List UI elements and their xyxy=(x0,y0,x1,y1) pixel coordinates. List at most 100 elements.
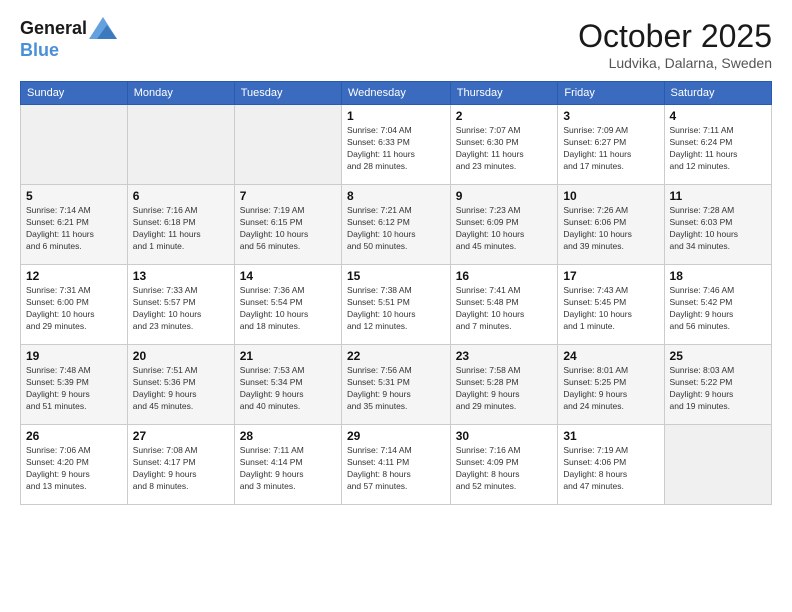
calendar-day-cell: 10 Sunrise: 7:26 AM Sunset: 6:06 PM Dayli… xyxy=(558,185,664,265)
day-info: Sunrise: 7:14 AM Sunset: 4:11 PM Dayligh… xyxy=(347,445,445,493)
day-number: 4 xyxy=(670,109,766,123)
calendar-day-cell: 11Sunrise: 7:28 AM Sunset: 6:03 PM Dayli… xyxy=(664,185,771,265)
day-number: 14 xyxy=(240,269,336,283)
day-info: Sunrise: 7:36 AM Sunset: 5:54 PM Dayligh… xyxy=(240,285,336,333)
day-info: Sunrise: 7:58 AM Sunset: 5:28 PM Dayligh… xyxy=(456,365,553,413)
day-number: 7 xyxy=(240,189,336,203)
calendar-day-cell: 1Sunrise: 7:04 AM Sunset: 6:33 PM Daylig… xyxy=(341,105,450,185)
day-number: 31 xyxy=(563,429,658,443)
day-number: 16 xyxy=(456,269,553,283)
header-tuesday: Tuesday xyxy=(234,82,341,105)
calendar-day-cell: 12 Sunrise: 7:31 AM Sunset: 6:00 PM Dayli… xyxy=(21,265,128,345)
day-number: 13 xyxy=(133,269,229,283)
day-number: 20 xyxy=(133,349,229,363)
day-info: Sunrise: 7:16 AM Sunset: 6:18 PM Dayligh… xyxy=(133,205,229,253)
calendar-day-cell: 15 Sunrise: 7:38 AM Sunset: 5:51 PM Dayli… xyxy=(341,265,450,345)
day-number: 22 xyxy=(347,349,445,363)
day-info: Sunrise: 7:33 AM Sunset: 5:57 PM Dayligh… xyxy=(133,285,229,333)
day-info: Sunrise: 7:21 AM Sunset: 6:12 PM Dayligh… xyxy=(347,205,445,253)
calendar-day-cell xyxy=(664,425,771,505)
day-info: Sunrise: 7:23 AM Sunset: 6:09 PM Dayligh… xyxy=(456,205,553,253)
day-number: 9 xyxy=(456,189,553,203)
title-block: October 2025 Ludvika, Dalarna, Sweden xyxy=(578,18,772,71)
day-number: 25 xyxy=(670,349,766,363)
calendar-title: October 2025 xyxy=(578,18,772,55)
calendar-day-cell: 24Sunrise: 8:01 AM Sunset: 5:25 PM Dayli… xyxy=(558,345,664,425)
day-info: Sunrise: 7:19 AM Sunset: 4:06 PM Dayligh… xyxy=(563,445,658,493)
calendar-day-cell: 30 Sunrise: 7:16 AM Sunset: 4:09 PM Dayli… xyxy=(450,425,558,505)
logo-text-line2: Blue xyxy=(20,40,59,62)
calendar-day-cell xyxy=(21,105,128,185)
header-thursday: Thursday xyxy=(450,82,558,105)
day-info: Sunrise: 7:07 AM Sunset: 6:30 PM Dayligh… xyxy=(456,125,553,173)
calendar-day-cell: 16 Sunrise: 7:41 AM Sunset: 5:48 PM Dayli… xyxy=(450,265,558,345)
calendar-day-cell xyxy=(234,105,341,185)
header-friday: Friday xyxy=(558,82,664,105)
day-number: 15 xyxy=(347,269,445,283)
header-saturday: Saturday xyxy=(664,82,771,105)
day-info: Sunrise: 7:56 AM Sunset: 5:31 PM Dayligh… xyxy=(347,365,445,413)
day-info: Sunrise: 7:31 AM Sunset: 6:00 PM Dayligh… xyxy=(26,285,122,333)
day-number: 8 xyxy=(347,189,445,203)
calendar-day-cell xyxy=(127,105,234,185)
calendar-day-cell: 20Sunrise: 7:51 AM Sunset: 5:36 PM Dayli… xyxy=(127,345,234,425)
day-info: Sunrise: 7:04 AM Sunset: 6:33 PM Dayligh… xyxy=(347,125,445,173)
day-info: Sunrise: 7:38 AM Sunset: 5:51 PM Dayligh… xyxy=(347,285,445,333)
day-info: Sunrise: 7:14 AM Sunset: 6:21 PM Dayligh… xyxy=(26,205,122,253)
logo-icon xyxy=(89,17,117,39)
day-info: Sunrise: 7:11 AM Sunset: 6:24 PM Dayligh… xyxy=(670,125,766,173)
calendar-day-cell: 18 Sunrise: 7:46 AM Sunset: 5:42 PM Dayli… xyxy=(664,265,771,345)
day-number: 3 xyxy=(563,109,658,123)
day-number: 10 xyxy=(563,189,658,203)
day-number: 19 xyxy=(26,349,122,363)
calendar-day-cell: 5 Sunrise: 7:14 AM Sunset: 6:21 PM Daylig… xyxy=(21,185,128,265)
calendar-day-cell: 17 Sunrise: 7:43 AM Sunset: 5:45 PM Dayli… xyxy=(558,265,664,345)
calendar-day-cell: 31 Sunrise: 7:19 AM Sunset: 4:06 PM Dayli… xyxy=(558,425,664,505)
day-number: 5 xyxy=(26,189,122,203)
calendar-day-cell: 6 Sunrise: 7:16 AM Sunset: 6:18 PM Daylig… xyxy=(127,185,234,265)
page: General Blue October 2025 Ludvika, Dalar… xyxy=(0,0,792,612)
day-info: Sunrise: 7:48 AM Sunset: 5:39 PM Dayligh… xyxy=(26,365,122,413)
logo-text-line1: General xyxy=(20,18,87,40)
calendar-day-cell: 28Sunrise: 7:11 AM Sunset: 4:14 PM Dayli… xyxy=(234,425,341,505)
calendar-day-cell: 9 Sunrise: 7:23 AM Sunset: 6:09 PM Daylig… xyxy=(450,185,558,265)
day-info: Sunrise: 7:46 AM Sunset: 5:42 PM Dayligh… xyxy=(670,285,766,333)
day-number: 11 xyxy=(670,189,766,203)
calendar-day-cell: 26Sunrise: 7:06 AM Sunset: 4:20 PM Dayli… xyxy=(21,425,128,505)
header-monday: Monday xyxy=(127,82,234,105)
calendar-day-cell: 2 Sunrise: 7:07 AM Sunset: 6:30 PM Daylig… xyxy=(450,105,558,185)
calendar-week-row: 19 Sunrise: 7:48 AM Sunset: 5:39 PM Dayli… xyxy=(21,345,772,425)
calendar-header-row: Sunday Monday Tuesday Wednesday Thursday… xyxy=(21,82,772,105)
header-wednesday: Wednesday xyxy=(341,82,450,105)
day-number: 2 xyxy=(456,109,553,123)
day-info: Sunrise: 7:43 AM Sunset: 5:45 PM Dayligh… xyxy=(563,285,658,333)
day-info: Sunrise: 7:19 AM Sunset: 6:15 PM Dayligh… xyxy=(240,205,336,253)
day-number: 30 xyxy=(456,429,553,443)
day-number: 27 xyxy=(133,429,229,443)
day-number: 12 xyxy=(26,269,122,283)
calendar-table: Sunday Monday Tuesday Wednesday Thursday… xyxy=(20,81,772,505)
calendar-day-cell: 27Sunrise: 7:08 AM Sunset: 4:17 PM Dayli… xyxy=(127,425,234,505)
calendar-day-cell: 8 Sunrise: 7:21 AM Sunset: 6:12 PM Daylig… xyxy=(341,185,450,265)
calendar-day-cell: 19 Sunrise: 7:48 AM Sunset: 5:39 PM Dayli… xyxy=(21,345,128,425)
logo: General Blue xyxy=(20,18,117,61)
calendar-week-row: 26Sunrise: 7:06 AM Sunset: 4:20 PM Dayli… xyxy=(21,425,772,505)
day-number: 6 xyxy=(133,189,229,203)
day-info: Sunrise: 7:53 AM Sunset: 5:34 PM Dayligh… xyxy=(240,365,336,413)
day-info: Sunrise: 7:06 AM Sunset: 4:20 PM Dayligh… xyxy=(26,445,122,493)
day-number: 23 xyxy=(456,349,553,363)
day-info: Sunrise: 8:03 AM Sunset: 5:22 PM Dayligh… xyxy=(670,365,766,413)
calendar-day-cell: 25 Sunrise: 8:03 AM Sunset: 5:22 PM Dayli… xyxy=(664,345,771,425)
calendar-week-row: 5 Sunrise: 7:14 AM Sunset: 6:21 PM Daylig… xyxy=(21,185,772,265)
calendar-day-cell: 3Sunrise: 7:09 AM Sunset: 6:27 PM Daylig… xyxy=(558,105,664,185)
day-info: Sunrise: 7:26 AM Sunset: 6:06 PM Dayligh… xyxy=(563,205,658,253)
calendar-day-cell: 23 Sunrise: 7:58 AM Sunset: 5:28 PM Dayli… xyxy=(450,345,558,425)
day-number: 18 xyxy=(670,269,766,283)
day-number: 29 xyxy=(347,429,445,443)
day-number: 21 xyxy=(240,349,336,363)
day-info: Sunrise: 7:41 AM Sunset: 5:48 PM Dayligh… xyxy=(456,285,553,333)
calendar-week-row: 12 Sunrise: 7:31 AM Sunset: 6:00 PM Dayli… xyxy=(21,265,772,345)
calendar-day-cell: 14 Sunrise: 7:36 AM Sunset: 5:54 PM Dayli… xyxy=(234,265,341,345)
day-info: Sunrise: 7:16 AM Sunset: 4:09 PM Dayligh… xyxy=(456,445,553,493)
day-number: 17 xyxy=(563,269,658,283)
